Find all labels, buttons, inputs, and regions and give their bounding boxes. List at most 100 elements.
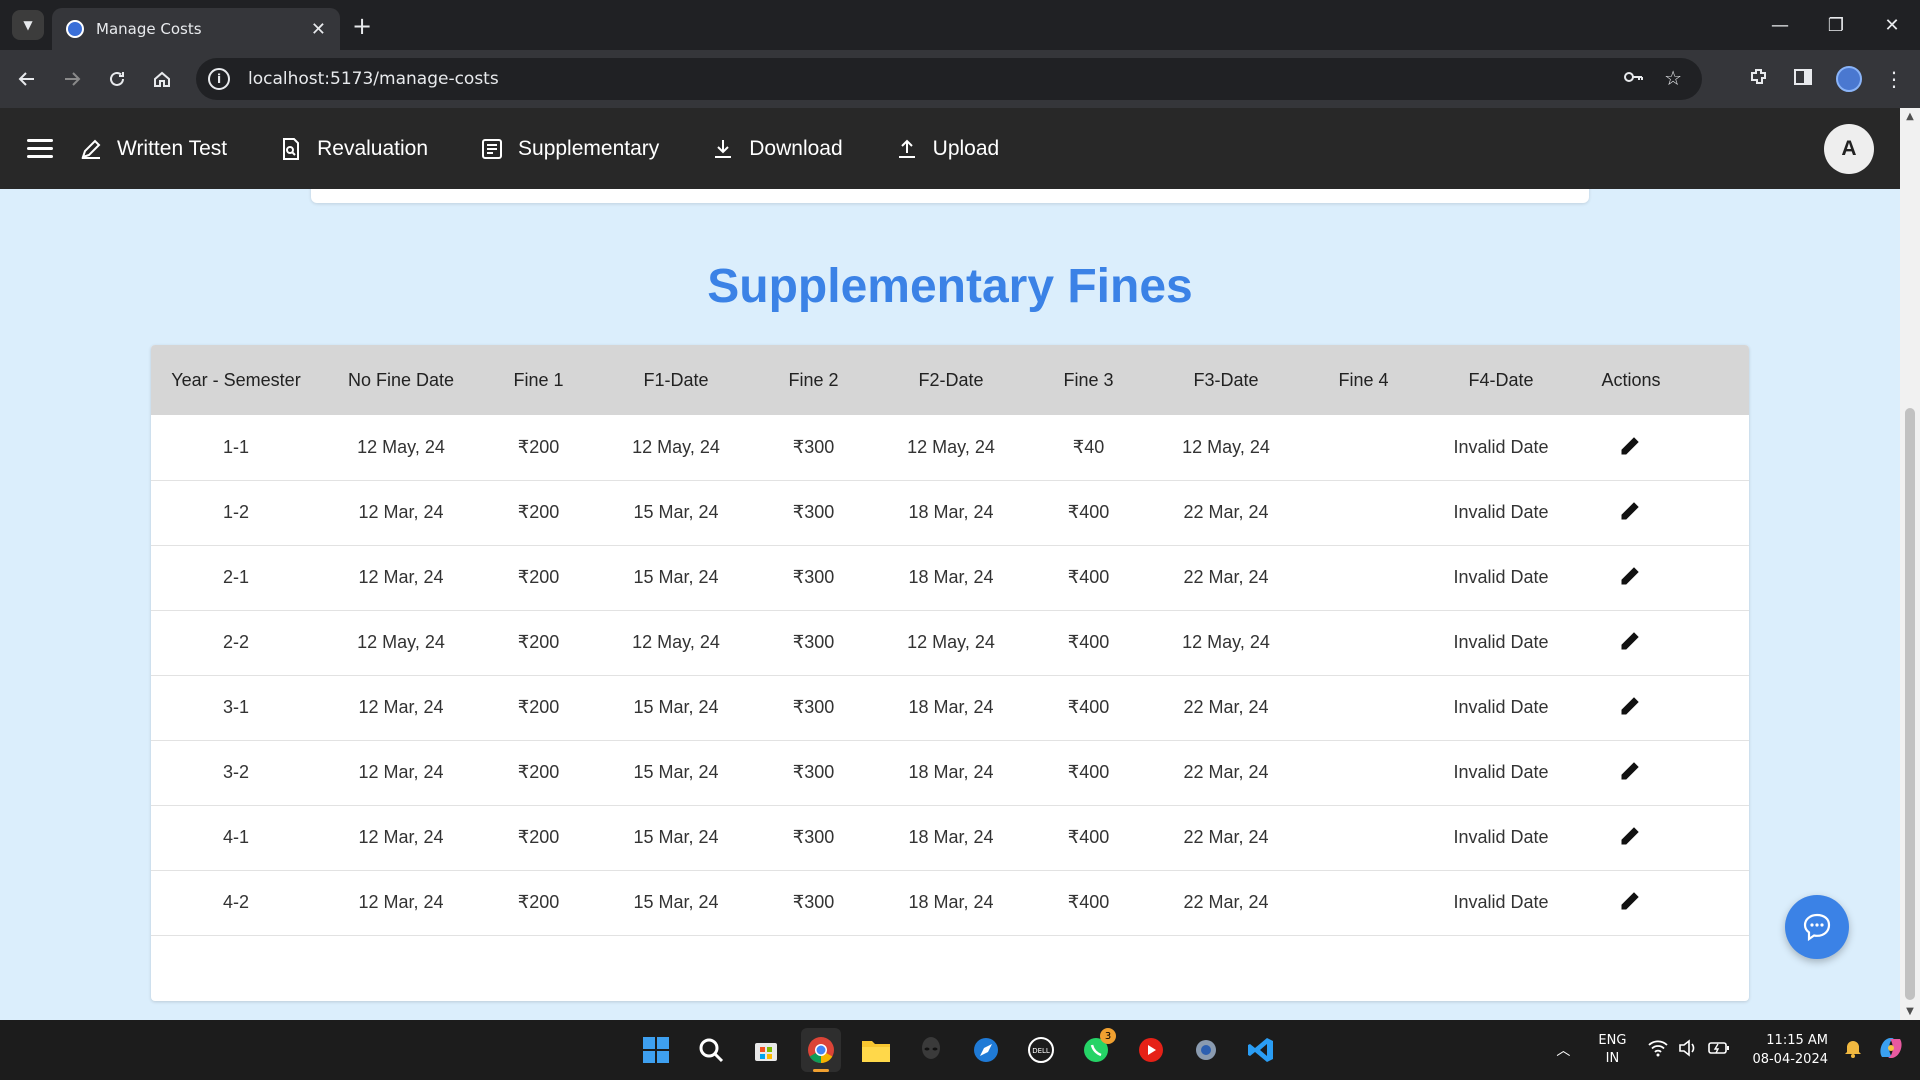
close-icon[interactable]: ✕ — [311, 19, 326, 40]
table-cell: 15 Mar, 24 — [633, 827, 719, 847]
table-cell: 12 May, 24 — [1182, 436, 1270, 457]
actions-cell — [1581, 480, 1681, 545]
table-row: 2-1 12 Mar, 24 ₹200 15 Mar, 24 ₹300 18 Mar, 2… — [151, 545, 1749, 610]
copilot-icon[interactable] — [1876, 1033, 1906, 1067]
hamburger-menu-icon[interactable] — [27, 139, 53, 158]
address-bar[interactable]: i localhost:5173/manage-costs ☆ — [196, 58, 1702, 100]
more-menu-icon[interactable]: ⋮ — [1884, 67, 1904, 91]
windows-start-icon[interactable] — [636, 1028, 676, 1072]
table-cell: ₹400 — [1067, 762, 1110, 782]
table-cell: 1-2 — [222, 502, 249, 522]
dell-icon[interactable]: DELL — [1021, 1028, 1061, 1072]
user-avatar[interactable]: A — [1824, 124, 1874, 174]
scroll-down-arrow-icon[interactable]: ▼ — [1900, 1006, 1920, 1017]
nav-revaluation[interactable]: Revaluation — [279, 137, 428, 161]
main-content: Supplementary Fines Year - Semester No F… — [0, 189, 1900, 1020]
table-cell: 22 Mar, 24 — [1183, 502, 1269, 522]
password-key-icon[interactable] — [1622, 66, 1644, 92]
notification-bell-icon[interactable] — [1844, 1038, 1862, 1062]
scrollbar-thumb[interactable] — [1905, 408, 1915, 1000]
chat-bubble-icon — [1803, 913, 1831, 942]
table-cell: ₹400 — [1067, 827, 1110, 847]
svg-text:DELL: DELL — [1032, 1047, 1050, 1055]
window-close-icon[interactable]: ✕ — [1864, 0, 1920, 50]
home-icon[interactable] — [147, 64, 177, 94]
new-tab-button[interactable]: + — [352, 12, 372, 40]
table-cell: 12 Mar, 24 — [358, 762, 444, 782]
edit-pencil-icon[interactable] — [1619, 498, 1643, 527]
table-cell: 12 Mar, 24 — [358, 892, 444, 912]
nav-written-test[interactable]: Written Test — [79, 137, 227, 161]
nav-upload[interactable]: Upload — [895, 137, 999, 161]
restore-icon[interactable]: ❐ — [1808, 0, 1864, 50]
chat-fab-button[interactable] — [1785, 895, 1849, 959]
table-cell: 3-1 — [222, 697, 249, 717]
fines-table: Year - Semester No Fine Date Fine 1 F1-D… — [151, 345, 1749, 936]
profile-avatar[interactable] — [1836, 66, 1862, 92]
youtube-music-icon[interactable] — [1131, 1028, 1171, 1072]
table-cell — [1306, 610, 1421, 675]
tab-search-button[interactable]: ▼ — [12, 10, 44, 40]
clock[interactable]: 11:15 AM 08-04-2024 — [1752, 1031, 1828, 1069]
bookmark-star-icon[interactable]: ☆ — [1664, 66, 1682, 92]
chrome-icon[interactable] — [801, 1028, 841, 1072]
extensions-icon[interactable] — [1748, 66, 1770, 92]
wifi-icon[interactable] — [1648, 1039, 1669, 1061]
table-cell: ₹300 — [792, 762, 835, 782]
language-indicator[interactable]: ENG IN — [1598, 1032, 1626, 1068]
actions-cell — [1581, 610, 1681, 675]
table-cell: 15 Mar, 24 — [633, 567, 719, 587]
edit-pencil-icon[interactable] — [1619, 563, 1643, 592]
alienware-icon[interactable] — [911, 1028, 951, 1072]
side-panel-icon[interactable] — [1792, 66, 1814, 92]
edit-pencil-icon[interactable] — [1619, 823, 1643, 852]
whatsapp-icon[interactable]: 3 — [1076, 1028, 1116, 1072]
upload-icon — [898, 139, 915, 158]
reload-icon[interactable] — [102, 64, 132, 94]
document-list-icon — [482, 138, 503, 159]
minimize-icon[interactable]: — — [1752, 0, 1808, 50]
page-scrollbar[interactable]: ▲ ▼ — [1900, 108, 1920, 1020]
store-icon[interactable] — [746, 1028, 786, 1072]
main-nav: Written Test Revaluation Supplementary D… — [79, 137, 999, 161]
back-arrow-icon[interactable] — [12, 64, 42, 94]
nav-supplementary[interactable]: Supplementary — [480, 137, 659, 161]
actions-cell — [1581, 805, 1681, 870]
table-cell: 15 Mar, 24 — [633, 892, 719, 912]
edit-pencil-icon[interactable] — [1619, 433, 1643, 462]
edit-pencil-icon[interactable] — [1619, 628, 1643, 657]
browser-icon[interactable] — [966, 1028, 1006, 1072]
table-cell: 12 May, 24 — [632, 632, 720, 652]
edit-pencil-icon[interactable] — [1619, 758, 1643, 787]
site-info-icon[interactable]: i — [208, 68, 230, 90]
forward-arrow-icon[interactable] — [57, 64, 87, 94]
volume-icon[interactable] — [1678, 1039, 1698, 1061]
edit-pencil-icon[interactable] — [1619, 888, 1643, 917]
url-text[interactable]: localhost:5173/manage-costs — [248, 69, 1622, 89]
table-cell: 12 Mar, 24 — [358, 827, 444, 847]
browser-tab-active[interactable]: Manage Costs ✕ — [52, 8, 340, 50]
search-icon[interactable] — [691, 1028, 731, 1072]
region-code: IN — [1605, 1051, 1620, 1066]
battery-icon[interactable] — [1708, 1041, 1730, 1059]
nav-download[interactable]: Download — [711, 137, 843, 161]
chevron-up-icon[interactable]: ︿ — [1556, 1040, 1570, 1060]
scroll-up-arrow-icon[interactable]: ▲ — [1900, 111, 1920, 122]
table-cell: ₹300 — [792, 436, 835, 457]
table-cell: ₹400 — [1067, 892, 1110, 912]
table-cell: 22 Mar, 24 — [1183, 567, 1269, 587]
column-header: F3-Date — [1193, 369, 1259, 390]
download-icon — [715, 139, 732, 158]
vscode-icon[interactable] — [1241, 1028, 1281, 1072]
table-cell: 1-1 — [222, 436, 249, 457]
browser-toolbar: i localhost:5173/manage-costs ☆ ⋮ — [0, 50, 1920, 108]
file-explorer-icon[interactable] — [856, 1028, 896, 1072]
table-cell — [1306, 805, 1421, 870]
page-title: Supplementary Fines — [707, 260, 1193, 313]
edit-pencil-icon[interactable] — [1619, 693, 1643, 722]
table-cell: 2-1 — [222, 567, 249, 587]
settings-icon[interactable] — [1186, 1028, 1226, 1072]
edit-pencil-icon — [81, 139, 101, 159]
table-row: 1-1 12 May, 24 ₹200 12 May, 24 ₹300 12 May, 2… — [151, 415, 1749, 480]
table-cell: 4-2 — [222, 892, 249, 912]
